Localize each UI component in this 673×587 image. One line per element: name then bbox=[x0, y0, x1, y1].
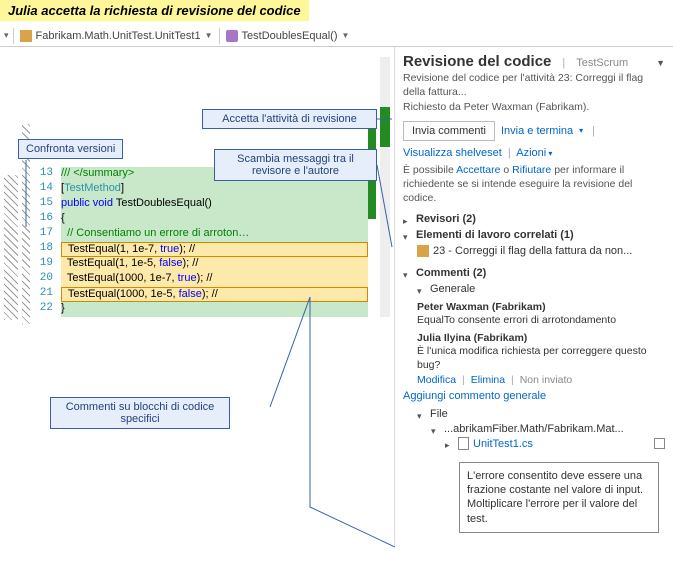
panel-menu-icon[interactable]: ▼ bbox=[656, 58, 665, 68]
expand-icon[interactable] bbox=[403, 215, 412, 224]
code-review-panel: Revisione del codice | TestScrum ▼ Revis… bbox=[395, 47, 673, 547]
delete-comment-link[interactable]: Elimina bbox=[471, 374, 505, 386]
file-section-header[interactable]: File bbox=[417, 406, 665, 422]
tab-bar: ▾ Fabrikam.Math.UnitTest.UnitTest1 ▼ Tes… bbox=[0, 25, 673, 47]
tab-file-label: Fabrikam.Math.UnitTest.UnitTest1 bbox=[36, 30, 201, 42]
editor-pane: 13 14 15 16 17 18 19 20 21 22 /// </summ… bbox=[0, 47, 395, 547]
callout-compare: Confronta versioni bbox=[18, 139, 123, 159]
tab-method[interactable]: TestDoublesEqual() ▼ bbox=[220, 25, 356, 47]
callout-exchange: Scambia messaggi tra il revisore e l'aut… bbox=[214, 149, 377, 181]
project-name: TestScrum bbox=[576, 57, 628, 69]
send-comments-button[interactable]: Invia commenti bbox=[403, 121, 495, 141]
decline-link[interactable]: Rifiutare bbox=[512, 164, 551, 176]
review-requester: Richiesto da Peter Waxman (Fabrikam). bbox=[403, 101, 665, 115]
diff-margin-left bbox=[4, 175, 18, 320]
collapse-icon[interactable] bbox=[403, 231, 412, 240]
edit-comment-link[interactable]: Modifica bbox=[417, 374, 456, 386]
general-comments-header[interactable]: Generale bbox=[417, 281, 665, 297]
tab-file[interactable]: Fabrikam.Math.UnitTest.UnitTest1 ▼ bbox=[14, 25, 219, 47]
class-icon bbox=[20, 30, 32, 42]
code-editor[interactable]: /// </summary> [TestMethod] public void … bbox=[61, 167, 368, 317]
panel-title: Revisione del codice bbox=[403, 53, 551, 70]
comments-header[interactable]: Commenti (2) bbox=[403, 265, 665, 281]
file-row[interactable]: UnitTest1.cs bbox=[445, 436, 665, 451]
code-comment-tooltip: L'errore consentito deve essere una fraz… bbox=[459, 462, 659, 533]
minimap[interactable] bbox=[380, 57, 390, 317]
chevron-down-icon[interactable]: ▼ bbox=[342, 31, 350, 40]
add-general-comment-link[interactable]: Aggiungi commento generale bbox=[403, 390, 546, 402]
method-icon bbox=[226, 30, 238, 42]
unsent-label: Non inviato bbox=[520, 374, 573, 386]
accept-link[interactable]: Accettare bbox=[456, 164, 500, 176]
file-icon bbox=[458, 437, 469, 450]
reviewers-header[interactable]: Revisori (2) bbox=[403, 211, 665, 227]
review-description: Revisione del codice per l'attività 23: … bbox=[403, 72, 665, 99]
work-item-row[interactable]: 23 - Correggi il flag della fattura da n… bbox=[417, 243, 665, 259]
expand-icon[interactable] bbox=[445, 439, 454, 448]
comment-1: Peter Waxman (Fabrikam) EqualTo consente… bbox=[417, 301, 665, 328]
nav-back-icon[interactable]: ▾ bbox=[0, 30, 13, 41]
line-gutter: 13 14 15 16 17 18 19 20 21 22 bbox=[33, 167, 57, 317]
view-shelveset-link[interactable]: Visualizza shelveset bbox=[403, 147, 502, 159]
callout-accept: Accetta l'attività di revisione bbox=[202, 109, 377, 129]
actions-dropdown[interactable]: Azioni bbox=[516, 147, 552, 159]
accept-decline-info: È possibile Accettare o Rifiutare per in… bbox=[403, 163, 665, 206]
chevron-down-icon[interactable]: ▼ bbox=[205, 31, 213, 40]
tab-method-label: TestDoublesEqual() bbox=[242, 30, 338, 42]
collapse-icon[interactable] bbox=[403, 269, 412, 278]
send-finish-dropdown[interactable] bbox=[579, 126, 583, 135]
comment-author: Julia Ilyina (Fabrikam) bbox=[417, 332, 665, 344]
work-item-icon bbox=[417, 245, 429, 257]
folder-row[interactable]: ...abrikamFiber.Math/Fabrikam.Mat... bbox=[431, 422, 665, 436]
minimap-marker bbox=[380, 107, 390, 147]
page-banner: Julia accetta la richiesta di revisione … bbox=[0, 0, 309, 21]
send-and-finish-link[interactable]: Invia e termina bbox=[501, 125, 573, 137]
comment-text: È l'unica modifica richiesta per corregg… bbox=[417, 345, 665, 372]
comment-author: Peter Waxman (Fabrikam) bbox=[417, 301, 665, 313]
callout-comments: Commenti su blocchi di codice specifici bbox=[50, 397, 230, 429]
comment-text: EqualTo consente errori di arrotondament… bbox=[417, 314, 665, 328]
collapse-icon[interactable] bbox=[431, 425, 440, 434]
file-link[interactable]: UnitTest1.cs bbox=[473, 438, 533, 450]
collapse-icon[interactable] bbox=[417, 285, 426, 294]
related-items-header[interactable]: Elementi di lavoro correlati (1) bbox=[403, 227, 665, 243]
collapse-icon[interactable] bbox=[417, 410, 426, 419]
file-checkbox[interactable] bbox=[654, 438, 665, 449]
comment-2: Julia Ilyina (Fabrikam) È l'unica modifi… bbox=[417, 332, 665, 386]
